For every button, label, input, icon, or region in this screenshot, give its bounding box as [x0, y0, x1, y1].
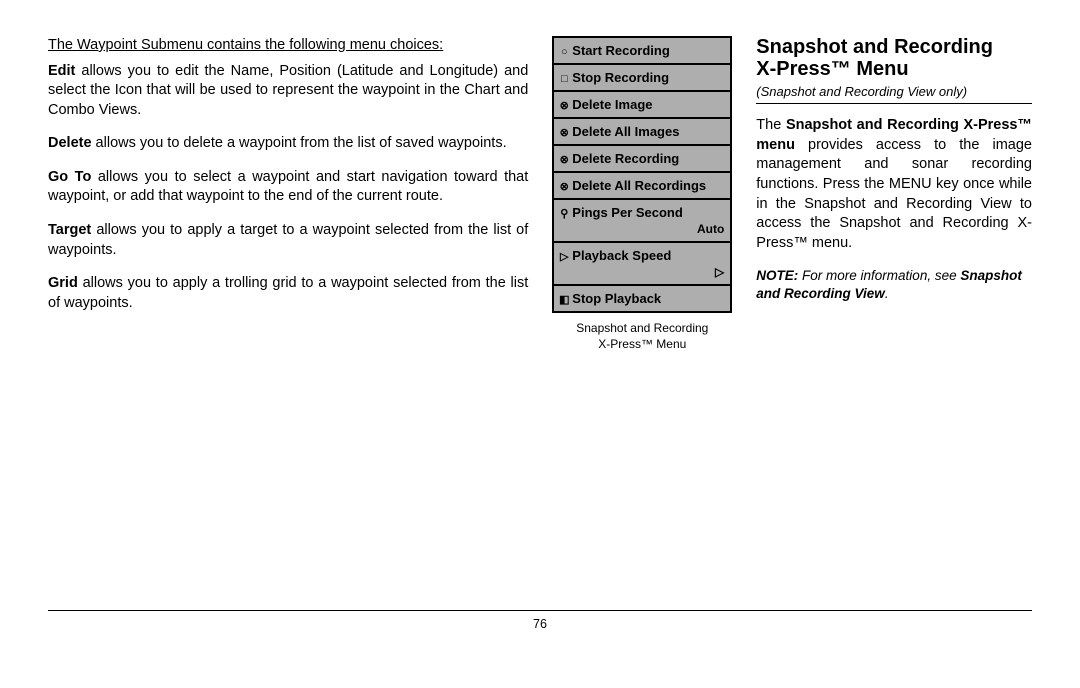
delete-all-icon: ⊗	[558, 126, 570, 139]
delete-lead: Delete	[48, 135, 92, 151]
menu-item-stop-playback: ◧Stop Playback	[554, 286, 730, 311]
title-line1: Snapshot and Recording	[756, 36, 993, 58]
delete-all-icon: ⊗	[558, 180, 570, 193]
delete-text: allows you to delete a waypoint from the…	[92, 135, 507, 151]
note-mid: For more information, see	[798, 268, 960, 283]
xpress-menu-box: ○Start Recording □Stop Recording ⊗Delete…	[552, 36, 732, 313]
section-subtitle: (Snapshot and Recording View only)	[756, 83, 1032, 105]
playback-value: ▷	[558, 265, 726, 279]
delete-icon: ⊗	[558, 153, 570, 166]
goto-para: Go To allows you to select a waypoint an…	[48, 168, 528, 207]
section-title: Snapshot and Recording X-Press™ Menu	[756, 36, 1032, 81]
menu-caption: Snapshot and Recording X-Press™ Menu	[552, 321, 732, 352]
grid-lead: Grid	[48, 275, 78, 291]
waypoint-submenu-heading: The Waypoint Submenu contains the follow…	[48, 36, 528, 56]
page-body: The Waypoint Submenu contains the follow…	[0, 0, 1080, 610]
target-lead: Target	[48, 222, 91, 238]
pings-icon: ⚲	[558, 207, 570, 220]
body-pre: The	[756, 117, 786, 133]
menu-item-delete-all-images: ⊗Delete All Images	[554, 119, 730, 146]
play-icon: ▷	[558, 250, 570, 263]
delete-para: Delete allows you to delete a waypoint f…	[48, 134, 528, 154]
section-body: The Snapshot and Recording X-Press™ menu…	[756, 116, 1032, 253]
footer-rule	[48, 610, 1032, 611]
menu-item-delete-image: ⊗Delete Image	[554, 92, 730, 119]
edit-lead: Edit	[48, 63, 75, 79]
page-number: 76	[0, 617, 1080, 631]
grid-para: Grid allows you to apply a trolling grid…	[48, 274, 528, 313]
delete-icon: ⊗	[558, 99, 570, 112]
menu-label: Stop Playback	[572, 291, 661, 306]
record-icon: ○	[558, 46, 570, 58]
edit-text: allows you to edit the Name, Position (L…	[48, 63, 528, 118]
menu-label: Delete All Images	[572, 124, 679, 139]
menu-caption-l1: Snapshot and Recording	[576, 321, 708, 335]
grid-text: allows you to apply a trolling grid to a…	[48, 275, 528, 311]
stop-playback-icon: ◧	[558, 293, 570, 306]
left-column: The Waypoint Submenu contains the follow…	[48, 36, 528, 590]
goto-lead: Go To	[48, 169, 91, 185]
note-lead: NOTE:	[756, 268, 798, 283]
title-line2: X-Press™ Menu	[756, 58, 908, 80]
menu-item-delete-recording: ⊗Delete Recording	[554, 146, 730, 173]
right-column: Snapshot and Recording X-Press™ Menu (Sn…	[756, 36, 1032, 590]
menu-label: Delete Recording	[572, 151, 679, 166]
menu-item-start-recording: ○Start Recording	[554, 38, 730, 65]
section-note: NOTE: For more information, see Snapshot…	[756, 267, 1032, 302]
edit-para: Edit allows you to edit the Name, Positi…	[48, 62, 528, 121]
stop-icon: □	[558, 73, 570, 85]
note-end: .	[885, 286, 889, 301]
target-text: allows you to apply a target to a waypoi…	[48, 222, 528, 258]
menu-item-stop-recording: □Stop Recording	[554, 65, 730, 92]
menu-figure-column: ○Start Recording □Stop Recording ⊗Delete…	[552, 36, 732, 590]
target-para: Target allows you to apply a target to a…	[48, 221, 528, 260]
goto-text: allows you to select a waypoint and star…	[48, 169, 528, 205]
menu-label: Delete Image	[572, 97, 652, 112]
menu-label: Playback Speed	[572, 248, 671, 263]
menu-item-delete-all-recordings: ⊗Delete All Recordings	[554, 173, 730, 200]
menu-label: Pings Per Second	[572, 205, 683, 220]
menu-item-pings-per-second: ⚲Pings Per Second Auto	[554, 200, 730, 243]
menu-label: Start Recording	[572, 43, 670, 58]
menu-label: Delete All Recordings	[572, 178, 706, 193]
body-post: provides access to the image management …	[756, 137, 1032, 251]
pings-value: Auto	[558, 222, 726, 236]
menu-item-playback-speed: ▷Playback Speed ▷	[554, 243, 730, 286]
menu-caption-l2: X-Press™ Menu	[598, 337, 686, 351]
menu-label: Stop Recording	[572, 70, 669, 85]
